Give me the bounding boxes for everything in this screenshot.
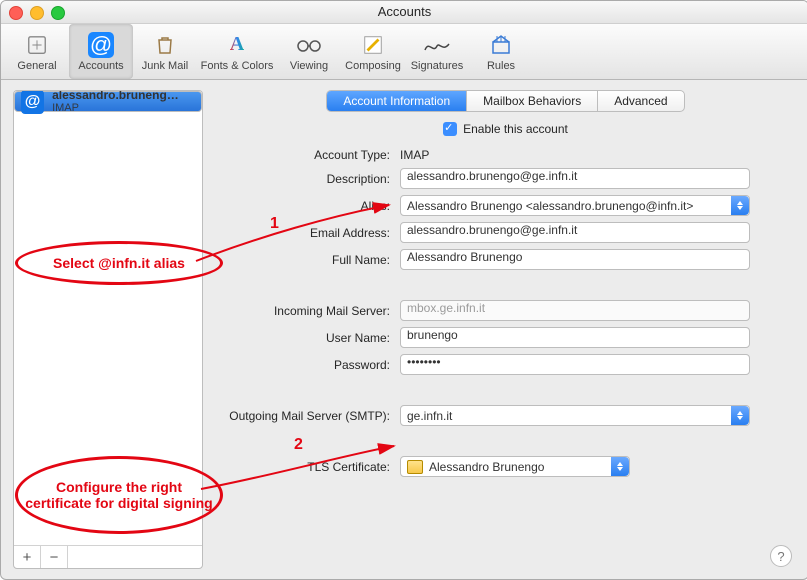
tab-account-info[interactable]: Account Information <box>327 91 467 111</box>
chevron-updown-icon <box>731 196 749 215</box>
tab-label: General <box>17 60 56 72</box>
smtp-select[interactable]: ge.infn.it <box>400 405 750 426</box>
account-subtitle: IMAP <box>52 102 179 114</box>
chevron-updown-icon <box>731 406 749 425</box>
password-label: Password: <box>215 358 390 372</box>
email-label: Email Address: <box>215 226 390 240</box>
help-button[interactable]: ? <box>770 545 792 567</box>
at-icon: @ <box>21 91 44 114</box>
tab-label: Rules <box>487 60 515 72</box>
incoming-server-input: mbox.ge.infn.it <box>400 300 750 321</box>
username-input[interactable]: brunengo <box>400 327 750 348</box>
tab-label: Accounts <box>78 60 123 72</box>
account-list-text: alessandro.brunengo... IMAP <box>52 91 179 114</box>
rules-icon <box>486 32 516 58</box>
account-tabs: Account Information Mailbox Behaviors Ad… <box>215 90 796 112</box>
titlebar: Accounts <box>1 1 807 24</box>
window-title: Accounts <box>378 4 431 19</box>
minimize-window-button[interactable] <box>30 6 44 20</box>
tls-certificate-select[interactable]: Alessandro Brunengo <box>400 456 630 477</box>
email-input[interactable]: alessandro.brunengo@ge.infn.it <box>400 222 750 243</box>
signature-icon <box>422 32 452 58</box>
alias-value: Alessandro Brunengo <alessandro.brunengo… <box>407 199 693 213</box>
smtp-label: Outgoing Mail Server (SMTP): <box>215 409 390 423</box>
body: @ alessandro.brunengo... IMAP + − Accoun… <box>1 80 807 580</box>
zoom-window-button[interactable] <box>51 6 65 20</box>
add-account-button[interactable]: + <box>14 546 41 568</box>
account-title: alessandro.brunengo... <box>52 91 179 102</box>
at-icon: @ <box>86 32 116 58</box>
tls-label: TLS Certificate: <box>215 460 390 474</box>
tab-viewing[interactable]: Viewing <box>277 24 341 79</box>
tls-value: Alessandro Brunengo <box>429 460 544 474</box>
close-window-button[interactable] <box>9 6 23 20</box>
enable-account-checkbox[interactable] <box>443 122 457 136</box>
tab-label: Fonts & Colors <box>201 60 274 72</box>
tab-composing[interactable]: Composing <box>341 24 405 79</box>
fonts-icon: A <box>222 32 252 58</box>
alias-label: Alias: <box>215 199 390 213</box>
fullname-input[interactable]: Alessandro Brunengo <box>400 249 750 270</box>
incoming-server-label: Incoming Mail Server: <box>215 304 390 318</box>
accounts-sidebar: @ alessandro.brunengo... IMAP + − <box>13 90 203 569</box>
password-input[interactable]: •••••••• <box>400 354 750 375</box>
fullname-label: Full Name: <box>215 253 390 267</box>
remove-account-button[interactable]: − <box>41 546 68 568</box>
preferences-window: Accounts General @ Accounts Junk Mail A … <box>0 0 807 580</box>
compose-icon <box>358 32 388 58</box>
tab-accounts[interactable]: @ Accounts <box>69 24 133 79</box>
chevron-updown-icon <box>611 457 629 476</box>
tab-fonts[interactable]: A Fonts & Colors <box>197 24 277 79</box>
description-label: Description: <box>215 172 390 186</box>
account-form: Account Type: IMAP Description: alessand… <box>215 148 796 477</box>
accounts-list: @ alessandro.brunengo... IMAP <box>14 91 202 545</box>
username-label: User Name: <box>215 331 390 345</box>
enable-account-label: Enable this account <box>463 122 568 136</box>
enable-account-row: Enable this account <box>215 122 796 136</box>
tab-junk[interactable]: Junk Mail <box>133 24 197 79</box>
account-list-item[interactable]: @ alessandro.brunengo... IMAP <box>14 91 202 112</box>
tab-advanced[interactable]: Advanced <box>598 91 683 111</box>
certificate-icon <box>407 460 423 474</box>
tab-signatures[interactable]: Signatures <box>405 24 469 79</box>
traffic-lights <box>9 6 65 20</box>
pref-toolbar: General @ Accounts Junk Mail A Fonts & C… <box>1 24 807 80</box>
tab-mailbox-behaviors[interactable]: Mailbox Behaviors <box>467 91 598 111</box>
alias-select[interactable]: Alessandro Brunengo <alessandro.brunengo… <box>400 195 750 216</box>
glasses-icon <box>294 32 324 58</box>
tab-label: Junk Mail <box>142 60 188 72</box>
tab-rules[interactable]: Rules <box>469 24 533 79</box>
sidebar-footer: + − <box>14 545 202 568</box>
account-type-value: IMAP <box>400 148 429 162</box>
tab-label: Signatures <box>411 60 464 72</box>
tab-label: Composing <box>345 60 401 72</box>
account-panel: Account Information Mailbox Behaviors Ad… <box>215 90 796 569</box>
account-type-label: Account Type: <box>215 148 390 162</box>
trash-icon <box>150 32 180 58</box>
description-input[interactable]: alessandro.brunengo@ge.infn.it <box>400 168 750 189</box>
tab-label: Viewing <box>290 60 328 72</box>
gear-icon <box>22 32 52 58</box>
tab-general[interactable]: General <box>5 24 69 79</box>
smtp-value: ge.infn.it <box>407 409 452 423</box>
